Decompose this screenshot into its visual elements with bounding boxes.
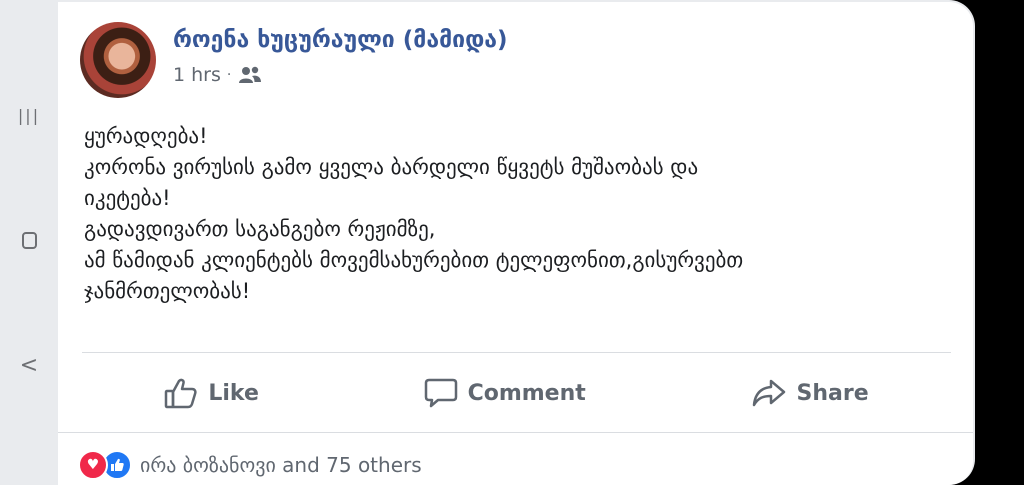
post-time[interactable]: 1 hrs: [173, 64, 221, 86]
post-card: როენა ხუცურაული (მამიდა) 1 hrs · ყურადღე…: [58, 2, 973, 485]
meta-separator: ·: [226, 67, 232, 83]
thumbs-up-icon: [164, 377, 198, 409]
share-arrow-icon: [751, 378, 787, 408]
like-button[interactable]: Like: [164, 377, 259, 409]
friends-icon[interactable]: [237, 65, 263, 85]
author-name[interactable]: როენა ხუცურაული (მამიდა): [173, 27, 508, 53]
android-navigation-bar: ||| <: [0, 0, 58, 485]
share-label: Share: [796, 380, 869, 406]
reactions-summary[interactable]: ♥ ირა ბოზანოვი and 75 others: [78, 450, 422, 480]
post-meta: 1 hrs ·: [173, 64, 263, 86]
reactions-text[interactable]: ირა ბოზანოვი and 75 others: [140, 453, 422, 477]
comment-label: Comment: [467, 380, 586, 406]
post-line: კორონა ვირუსის გამო ყველა ბარდელი წყვეტს…: [84, 155, 699, 179]
avatar[interactable]: [80, 22, 156, 98]
divider: [58, 432, 973, 433]
phone-screen: ||| < როენა ხუცურაული (მამიდა) 1 hrs · ყ…: [0, 0, 975, 485]
post-line: ამ წამიდან კლიენტებს მოვემსახურებით ტელე…: [84, 248, 744, 272]
share-button[interactable]: Share: [751, 378, 869, 408]
like-label: Like: [208, 380, 259, 406]
love-reaction-icon: ♥: [78, 450, 108, 480]
post-line: გადავდივართ საგანგებო რეჟიმზე,: [84, 217, 436, 241]
back-icon[interactable]: <: [0, 354, 58, 378]
post-line: იკეტება!: [84, 186, 171, 210]
comment-button[interactable]: Comment: [424, 377, 586, 409]
post-line: ყურადღება!: [84, 124, 208, 148]
post-body: ყურადღება! კორონა ვირუსის გამო ყველა ბარ…: [84, 121, 944, 307]
recent-apps-icon[interactable]: |||: [0, 104, 58, 128]
home-icon[interactable]: [0, 230, 58, 254]
action-bar: Like Comment Share: [82, 362, 951, 424]
post-line: ჯანმრთელობას!: [84, 279, 251, 303]
divider: [82, 352, 951, 353]
comment-icon: [424, 377, 458, 409]
